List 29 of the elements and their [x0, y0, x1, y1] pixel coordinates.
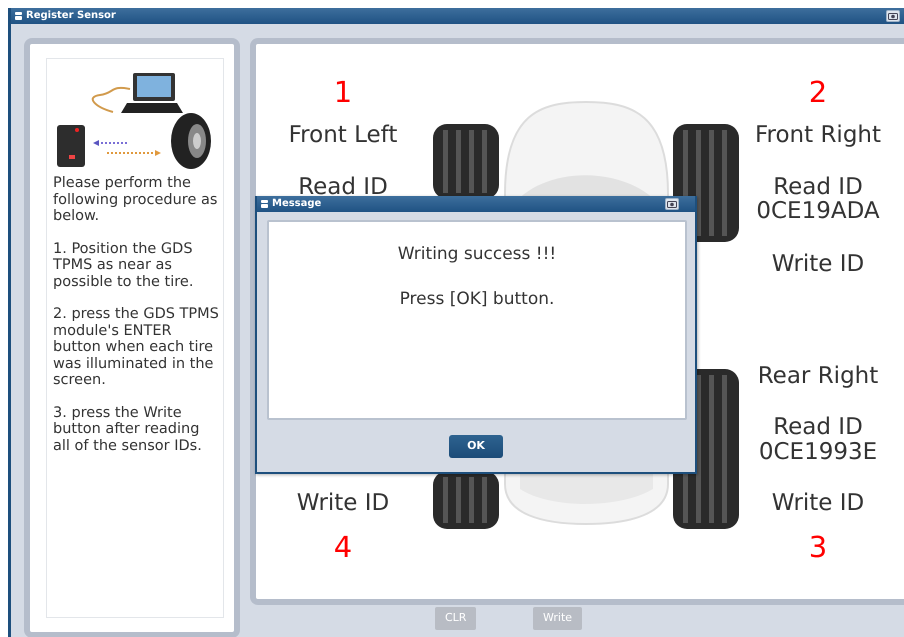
wheel-number: 3	[808, 535, 828, 559]
ok-button[interactable]: OK	[449, 435, 503, 458]
read-id-value: 0CE1993E	[758, 440, 878, 464]
camera-button[interactable]	[886, 10, 900, 22]
read-id-value: 0CE19ADA	[756, 199, 880, 223]
instruction-text: 3. press the Write button after reading all of the sensor IDs.	[52, 404, 203, 454]
write-id-label: Write ID	[772, 491, 864, 515]
wheel-number: 1	[334, 80, 352, 104]
camera-button[interactable]	[665, 198, 679, 210]
wheel-number: 4	[334, 535, 352, 559]
read-id-label: Read ID	[298, 175, 388, 199]
tire-drawing	[433, 471, 499, 529]
instruction-text: 2. press the GDS TPMS module's ENTER button when each tire was illuminated in the screen.	[52, 306, 220, 388]
instruction-text: Please perform the following procedure as below.	[52, 175, 218, 224]
window-icon	[261, 200, 268, 208]
read-id-label: Read ID	[773, 415, 863, 439]
window-title: Register Sensor	[26, 9, 116, 23]
write-id-label: Write ID	[772, 252, 864, 276]
write-id-label: Write ID	[296, 491, 390, 515]
instruction-text: 1. Position the GDS TPMS as near as possible to the tire.	[52, 240, 194, 290]
wheel-position-label: Rear Right	[758, 364, 878, 388]
message-text: Writing success !!!	[396, 243, 558, 266]
window-icon	[15, 12, 22, 20]
wheel-position-label: Front Left	[288, 123, 398, 147]
wheel-number: 2	[808, 80, 828, 104]
message-text: Press [OK] button.	[398, 288, 556, 310]
read-id-label: Read ID	[773, 175, 863, 199]
dialog-title: Message	[272, 197, 322, 211]
wheel-position-label: Front Right	[754, 123, 882, 147]
